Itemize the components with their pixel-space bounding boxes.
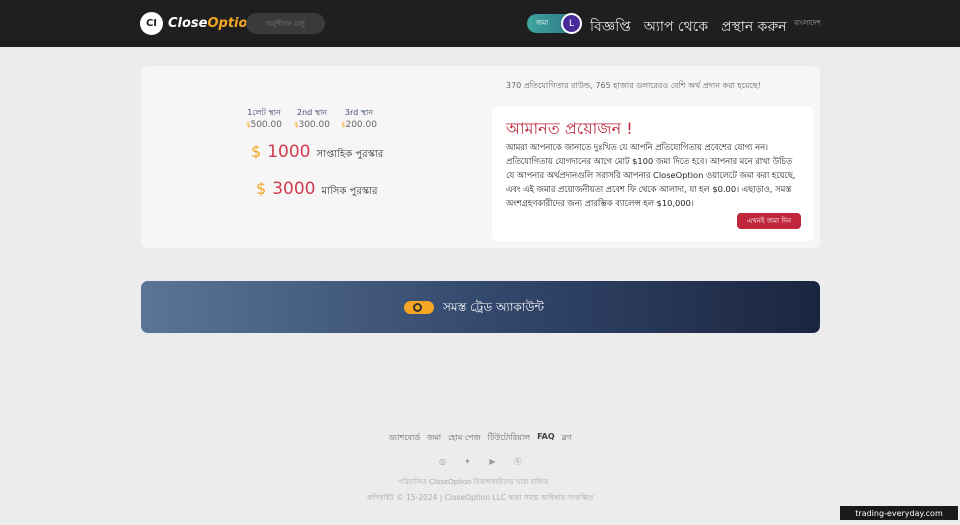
place-name: 3rd স্থান (344, 108, 374, 117)
footer-link-home[interactable]: হোম পেজ (448, 432, 481, 445)
place-1: 1লেট স্থান $500.00 (244, 107, 284, 130)
skype-icon[interactable]: Ⓢ (513, 457, 522, 466)
place-amount: $300.00 (294, 120, 330, 130)
place-amount: $500.00 (246, 120, 282, 130)
top-bar: CI CloseOption অনুশীলন চালু জমা L বিজ্ঞপ… (0, 0, 960, 47)
deposit-now-button[interactable]: এখনই জমা দিন (737, 213, 801, 229)
avatar[interactable]: L (561, 13, 582, 34)
nav-notifications[interactable]: বিজ্ঞপ্তি (590, 15, 631, 39)
instagram-icon[interactable]: ◎ (438, 457, 447, 466)
nav-logout[interactable]: প্রস্থান করুন (721, 15, 786, 39)
deposit-required-alert: আমানত প্রয়োজন ! আমরা আপনাকে জানাতে দুঃখ… (492, 106, 814, 241)
place-name: 1লেট স্থান (247, 108, 281, 117)
logo-text: CloseOption (168, 16, 257, 31)
footer-link-faq[interactable]: FAQ (537, 432, 555, 445)
footer-links: ড্যাশবোর্ড জমা হোম পেজ টিউটোরিয়াল FAQ ব… (389, 432, 572, 445)
twitter-icon[interactable]: ✦ (463, 457, 472, 466)
place-prizes: 1লেট স্থান $500.00 2nd স্থান $300.00 3rd… (244, 107, 379, 130)
alert-title: আমানত প্রয়োজন ! (506, 119, 633, 138)
footer-link-blog[interactable]: ব্লগ (562, 432, 572, 445)
rounds-summary: 370 প্রতিযোগিতার রাউন্ড, 765 হাজার ডলারে… (506, 81, 761, 90)
nav-from-app[interactable]: অ্যাপ থেকে (644, 15, 708, 39)
footer-link-dashboard[interactable]: ড্যাশবোর্ড (389, 432, 420, 445)
copyright: কপিরাইট © 15-2024 | CloseOption LLC দ্বা… (367, 493, 594, 502)
weekly-prize: $ 1000 সাপ্তাহিক পুরস্কার (251, 142, 384, 162)
social-icons: ◎ ✦ ▶ Ⓢ (438, 457, 522, 466)
footer-link-tutorial[interactable]: টিউটোরিয়াল (488, 432, 530, 445)
place-name: 2nd স্থান (296, 108, 328, 117)
logo[interactable]: CI CloseOption (140, 12, 257, 35)
language-selector[interactable]: বাংলাদেশ (794, 17, 821, 29)
footer-link-deposit[interactable]: জমা (427, 432, 441, 445)
toggle-switch[interactable] (404, 301, 434, 314)
banner-label: সমস্ত ট্রেড অ্যাকাউন্ট (443, 300, 545, 314)
youtube-icon[interactable]: ▶ (488, 457, 497, 466)
place-amount: $200.00 (341, 120, 377, 130)
watermark: trading-everyday.com (840, 506, 958, 520)
place-2: 2nd স্থান $300.00 (292, 107, 332, 130)
place-3: 3rd স্থান $200.00 (339, 107, 379, 130)
powered-by: পরিচালিত CloseOption বিকাশকারীদের দ্বারা… (398, 478, 549, 486)
logo-mark: CI (140, 12, 163, 35)
monthly-prize: $ 3000 মাসিক পুরস্কার (256, 179, 378, 199)
nav-links: বিজ্ঞপ্তি অ্যাপ থেকে প্রস্থান করুন (590, 15, 787, 39)
all-trade-accounts-banner[interactable]: সমস্ত ট্রেড অ্যাকাউন্ট (141, 281, 820, 333)
practice-toggle-button[interactable]: অনুশীলন চালু (246, 13, 325, 34)
alert-body: আমরা আপনাকে জানাতে দুঃখিত যে আপনি প্রতিয… (506, 142, 796, 208)
